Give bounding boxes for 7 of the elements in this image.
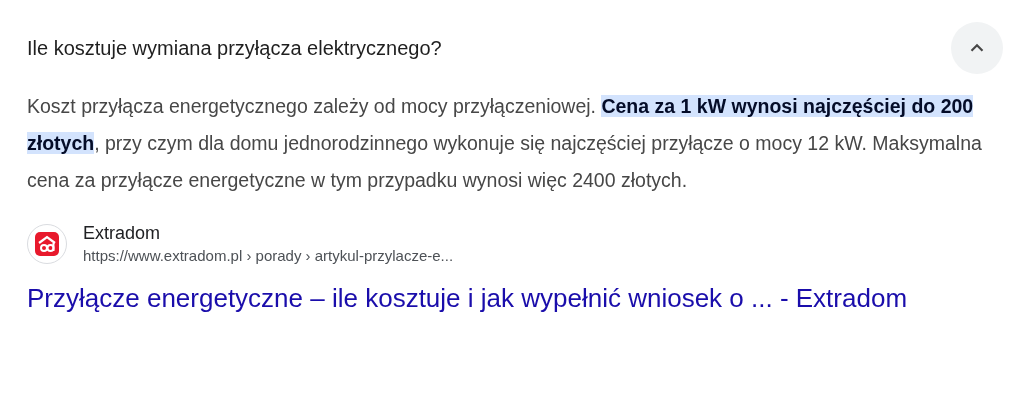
house-logo-icon xyxy=(34,231,60,257)
question-text: Ile kosztuje wymiana przyłącza elektrycznego? xyxy=(27,36,442,61)
answer-paragraph: Koszt przyłącza energetycznego zależy od mocy przyłączeniowej. Cena za 1 kW wynosi najczęściej do 200 złotych, przy czym dla domu jednorodzinnego wykonuje się najczęściej przyłącze o mocy 12 kW. Maksymalna cena za przyłącze energetyczne w tym przypadku wynosi więc 2400 złotych. xyxy=(27,94,983,193)
collapse-button[interactable] xyxy=(951,22,1003,74)
result-title-link[interactable]: Przyłącze energetyczne – ile kosztuje i jak wypełnić wniosek o ... - Extradom xyxy=(27,279,1003,317)
site-name: Extradom xyxy=(83,222,162,245)
site-url: https://www.extradom.pl › porady › artykul-przylacze-e... xyxy=(83,246,454,266)
